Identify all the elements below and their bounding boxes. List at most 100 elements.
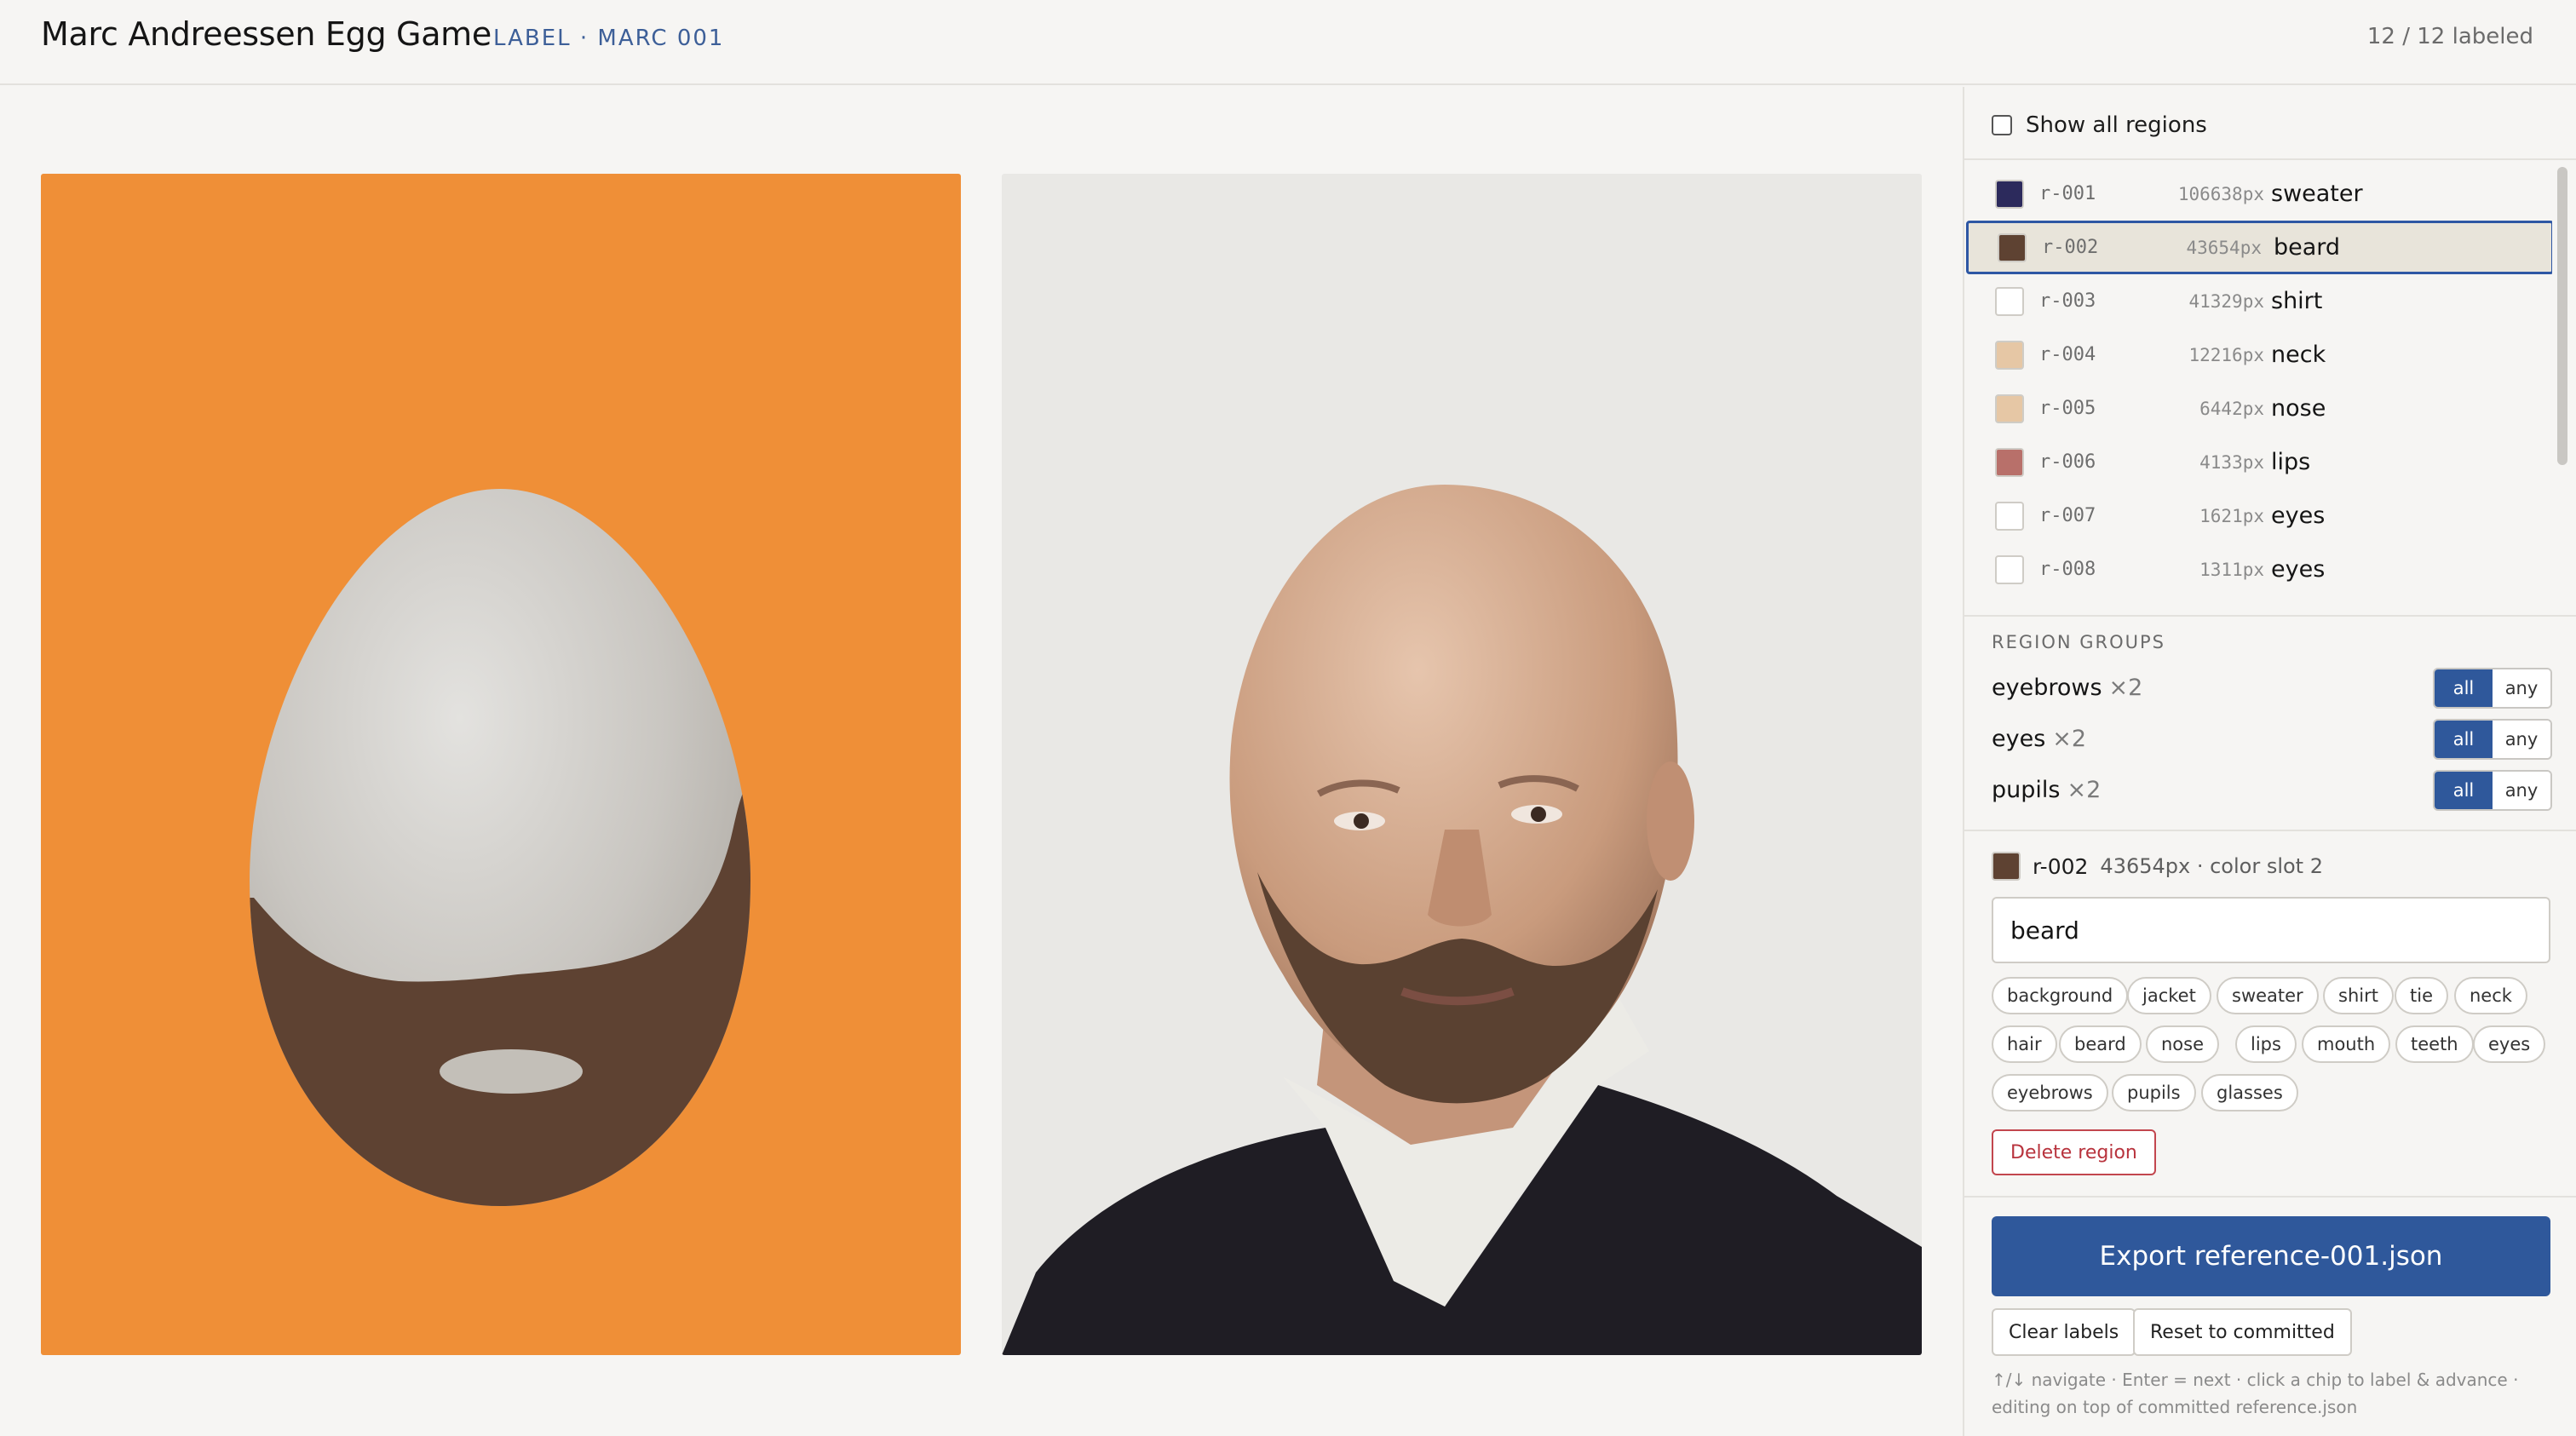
region-group-name: eyes ×2 [1992, 726, 2086, 752]
region-label: eyes [2271, 503, 2326, 529]
divider [1964, 1196, 2576, 1198]
group-match-toggle: all any [2433, 668, 2552, 709]
region-label: beard [2274, 234, 2341, 261]
region-label-input[interactable]: beard [1992, 897, 2550, 963]
selected-region-swatch [1992, 852, 2021, 881]
label-chip[interactable]: pupils [2112, 1074, 2196, 1111]
region-color-swatch [1995, 340, 2024, 370]
label-chip[interactable]: eyes [2473, 1025, 2546, 1063]
region-label: nose [2271, 395, 2326, 422]
region-group-label: pupils [1992, 777, 2061, 803]
region-row[interactable]: r-001 106638px sweater [1966, 167, 2552, 221]
label-chip[interactable]: lips [2235, 1025, 2297, 1063]
region-group-row: pupils ×2 all any [1992, 770, 2552, 814]
egg-mouth-hole[interactable] [440, 1049, 583, 1094]
region-id: r-003 [2039, 290, 2096, 312]
region-pixel-count: 1311px [2199, 559, 2264, 580]
match-any-button[interactable]: any [2493, 669, 2550, 707]
selected-region-meta: 43654px · color slot 2 [2100, 854, 2323, 878]
group-match-toggle: all any [2433, 719, 2552, 760]
region-list[interactable]: r-001 106638px sweater r-002 43654px beard r-0… [1964, 164, 2552, 615]
region-pixel-count: 106638px [2177, 183, 2264, 204]
region-group-row: eyebrows ×2 all any [1992, 668, 2552, 712]
match-all-button[interactable]: all [2435, 772, 2493, 809]
keyboard-hint-line-1: ↑/↓ navigate · Enter = next · click a ch… [1992, 1370, 2519, 1390]
label-chip[interactable]: mouth [2302, 1025, 2391, 1063]
region-id: r-001 [2039, 183, 2096, 204]
match-any-button[interactable]: any [2493, 721, 2550, 758]
label-chip[interactable]: glasses [2201, 1074, 2298, 1111]
show-all-regions-toggle[interactable]: Show all regions [1992, 112, 2207, 138]
label-chip[interactable]: nose [2146, 1025, 2220, 1063]
show-all-label: Show all regions [2026, 112, 2207, 138]
region-row[interactable]: r-008 1311px eyes [1966, 543, 2552, 596]
region-row[interactable]: r-002 43654px beard [1966, 221, 2552, 274]
label-chip[interactable]: shirt [2323, 977, 2394, 1014]
divider [1964, 158, 2576, 160]
label-chip[interactable]: hair [1992, 1025, 2057, 1063]
divider [1964, 615, 2576, 617]
region-id: r-007 [2039, 505, 2096, 526]
label-chip[interactable]: jacket [2127, 977, 2211, 1014]
region-label: eyes [2271, 556, 2326, 583]
labeled-progress: 12 / 12 labeled [2366, 24, 2533, 49]
app-header: Marc Andreessen Egg Game LABEL · MARC 00… [0, 0, 2576, 85]
label-chip[interactable]: neck [2454, 977, 2527, 1014]
match-all-button[interactable]: all [2435, 721, 2493, 758]
label-chip[interactable]: teeth [2395, 1025, 2474, 1063]
region-color-swatch [1995, 447, 2024, 477]
region-group-name: eyebrows ×2 [1992, 675, 2142, 701]
region-pixel-count: 4133px [2199, 451, 2264, 473]
group-match-toggle: all any [2433, 770, 2552, 811]
match-all-button[interactable]: all [2435, 669, 2493, 707]
region-pixel-count: 6442px [2199, 398, 2264, 419]
region-color-swatch [1995, 179, 2024, 209]
region-row[interactable]: r-007 1621px eyes [1966, 489, 2552, 543]
region-row[interactable]: r-003 41329px shirt [1966, 274, 2552, 328]
region-id: r-005 [2039, 398, 2096, 419]
keyboard-hint-line-2: editing on top of committed reference.js… [1992, 1397, 2358, 1417]
region-color-swatch [1995, 501, 2024, 531]
label-chip[interactable]: background [1992, 977, 2129, 1014]
egg-canvas[interactable] [41, 174, 961, 1355]
label-chip[interactable]: beard [2059, 1025, 2142, 1063]
label-chip[interactable]: eyebrows [1992, 1074, 2108, 1111]
ear-shape [1647, 761, 1694, 881]
region-pixel-count: 12216px [2188, 344, 2264, 365]
region-id: r-002 [2042, 237, 2099, 258]
sidebar: Show all regions r-001 106638px sweater r-0… [1963, 87, 2576, 1436]
reference-photo [1002, 174, 1922, 1355]
keyboard-hint: ↑/↓ navigate · Enter = next · click a ch… [1992, 1366, 2554, 1421]
label-chip[interactable]: tie [2395, 977, 2448, 1014]
region-color-swatch [1995, 554, 2024, 584]
region-row[interactable]: r-004 12216px neck [1966, 328, 2552, 382]
portrait-illustration [1002, 485, 1922, 1355]
delete-region-button[interactable]: Delete region [1992, 1129, 2156, 1175]
clear-labels-button[interactable]: Clear labels [1992, 1308, 2136, 1356]
region-id: r-004 [2039, 344, 2096, 365]
region-group-count: ×2 [2067, 777, 2102, 803]
selected-region-id: r-002 [2033, 853, 2089, 879]
export-button[interactable]: Export reference-001.json [1992, 1216, 2550, 1296]
region-list-scrollbar[interactable] [2557, 167, 2567, 465]
region-groups-title: REGION GROUPS [1992, 632, 2165, 652]
region-color-swatch [1998, 233, 2027, 262]
region-group-row: eyes ×2 all any [1992, 719, 2552, 763]
region-id: r-006 [2039, 451, 2096, 473]
region-row[interactable]: r-006 4133px lips [1966, 435, 2552, 489]
region-group-name: pupils ×2 [1992, 777, 2101, 803]
egg-drawing [250, 489, 750, 1206]
region-color-swatch [1995, 286, 2024, 316]
region-pixel-count: 43654px [2186, 237, 2262, 258]
left-pupil-shape [1354, 813, 1369, 829]
region-id: r-008 [2039, 559, 2096, 580]
show-all-checkbox[interactable] [1992, 115, 2012, 135]
label-chip[interactable]: sweater [2217, 977, 2319, 1014]
region-label: lips [2271, 449, 2311, 475]
region-color-swatch [1995, 393, 2024, 423]
reset-to-committed-button[interactable]: Reset to committed [2133, 1308, 2352, 1356]
region-group-label: eyebrows [1992, 675, 2102, 701]
match-any-button[interactable]: any [2493, 772, 2550, 809]
region-row[interactable]: r-005 6442px nose [1966, 382, 2552, 435]
right-pupil-shape [1531, 807, 1546, 822]
